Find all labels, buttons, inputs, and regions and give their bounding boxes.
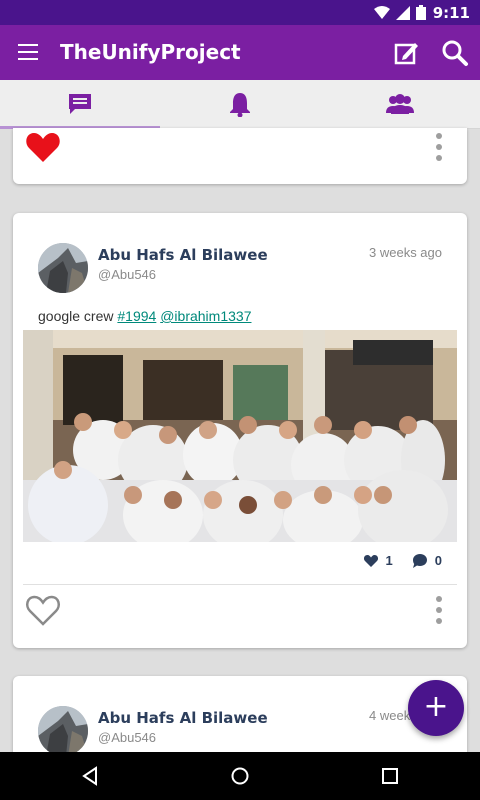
post-image[interactable] (23, 330, 457, 542)
comments-icon (412, 553, 427, 568)
post-handle: @Abu546 (98, 267, 157, 282)
status-time: 9:11 (432, 4, 470, 22)
post-text: google crew #1994 @ibrahim1337 (38, 308, 251, 324)
add-post-button[interactable]: + (408, 680, 464, 736)
post-author[interactable]: Abu Hafs Al Bilawee (98, 709, 268, 727)
messages-icon (69, 94, 91, 114)
post-author[interactable]: Abu Hafs Al Bilawee (98, 246, 268, 264)
post-card-previous (13, 128, 467, 184)
app-bar: TheUnifyProject (0, 25, 480, 80)
heart-filled-icon[interactable] (25, 131, 61, 163)
more-options-icon[interactable] (436, 133, 442, 166)
avatar[interactable] (38, 706, 88, 756)
tab-notifications[interactable] (160, 80, 320, 128)
divider (23, 584, 457, 585)
post-body: google crew (38, 308, 114, 324)
status-bar: 9:11 (0, 0, 480, 25)
post-card: Abu Hafs Al Bilawee @Abu546 3 weeks ago … (13, 213, 467, 648)
tab-bar (0, 80, 480, 129)
post-timestamp: 3 weeks ago (369, 245, 442, 260)
tab-messages[interactable] (0, 80, 160, 128)
heart-outline-icon[interactable] (25, 593, 61, 627)
compose-icon[interactable] (393, 39, 421, 67)
search-icon[interactable] (441, 39, 469, 67)
comments-count: 0 (434, 553, 442, 568)
likes-count: 1 (385, 553, 393, 568)
signal-icon (396, 5, 410, 20)
back-icon[interactable] (80, 766, 100, 786)
post-handle: @Abu546 (98, 730, 157, 745)
likes-icon (363, 554, 378, 567)
system-nav-bar (0, 752, 480, 800)
menu-icon[interactable] (18, 44, 38, 60)
bell-icon (230, 93, 250, 117)
battery-icon (416, 5, 426, 20)
app-title: TheUnifyProject (60, 40, 241, 64)
post-stats: 1 0 (363, 553, 442, 568)
mention-link[interactable]: @ibrahim1337 (160, 308, 251, 324)
people-icon (386, 94, 414, 114)
tab-people[interactable] (320, 80, 480, 128)
recents-icon[interactable] (380, 766, 400, 786)
more-options-icon[interactable] (436, 596, 442, 629)
home-icon[interactable] (230, 766, 250, 786)
avatar[interactable] (38, 243, 88, 293)
hashtag-link[interactable]: #1994 (117, 308, 156, 324)
wifi-icon (374, 5, 390, 19)
